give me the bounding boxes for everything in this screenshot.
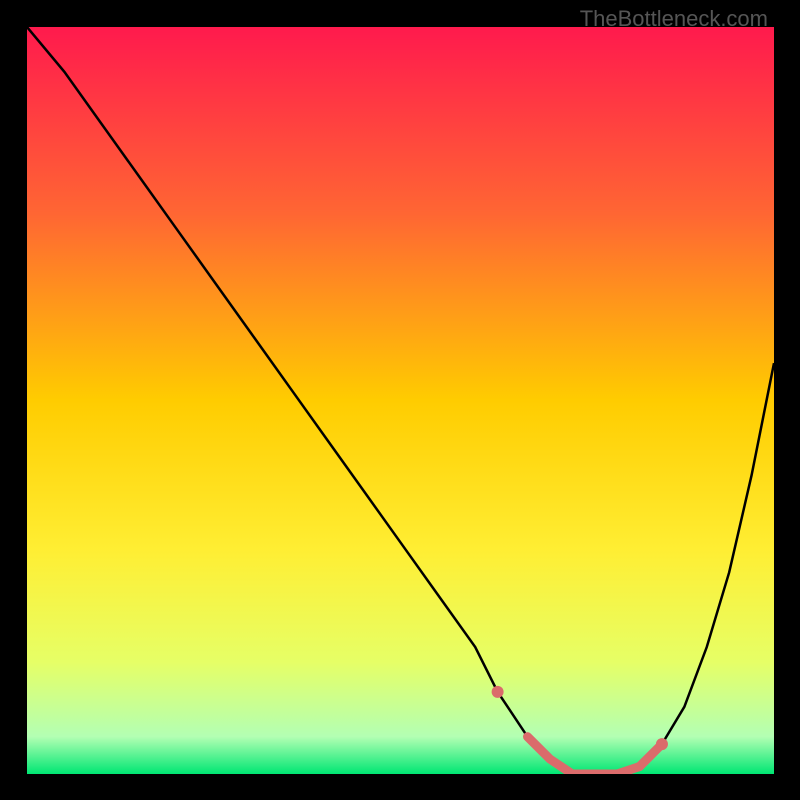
highlight-dot-right bbox=[656, 738, 668, 750]
chart-svg bbox=[27, 27, 774, 774]
plot-area bbox=[27, 27, 774, 774]
highlight-dot-left bbox=[492, 686, 504, 698]
gradient-background bbox=[27, 27, 774, 774]
chart-container: TheBottleneck.com bbox=[0, 0, 800, 800]
watermark: TheBottleneck.com bbox=[580, 6, 768, 32]
